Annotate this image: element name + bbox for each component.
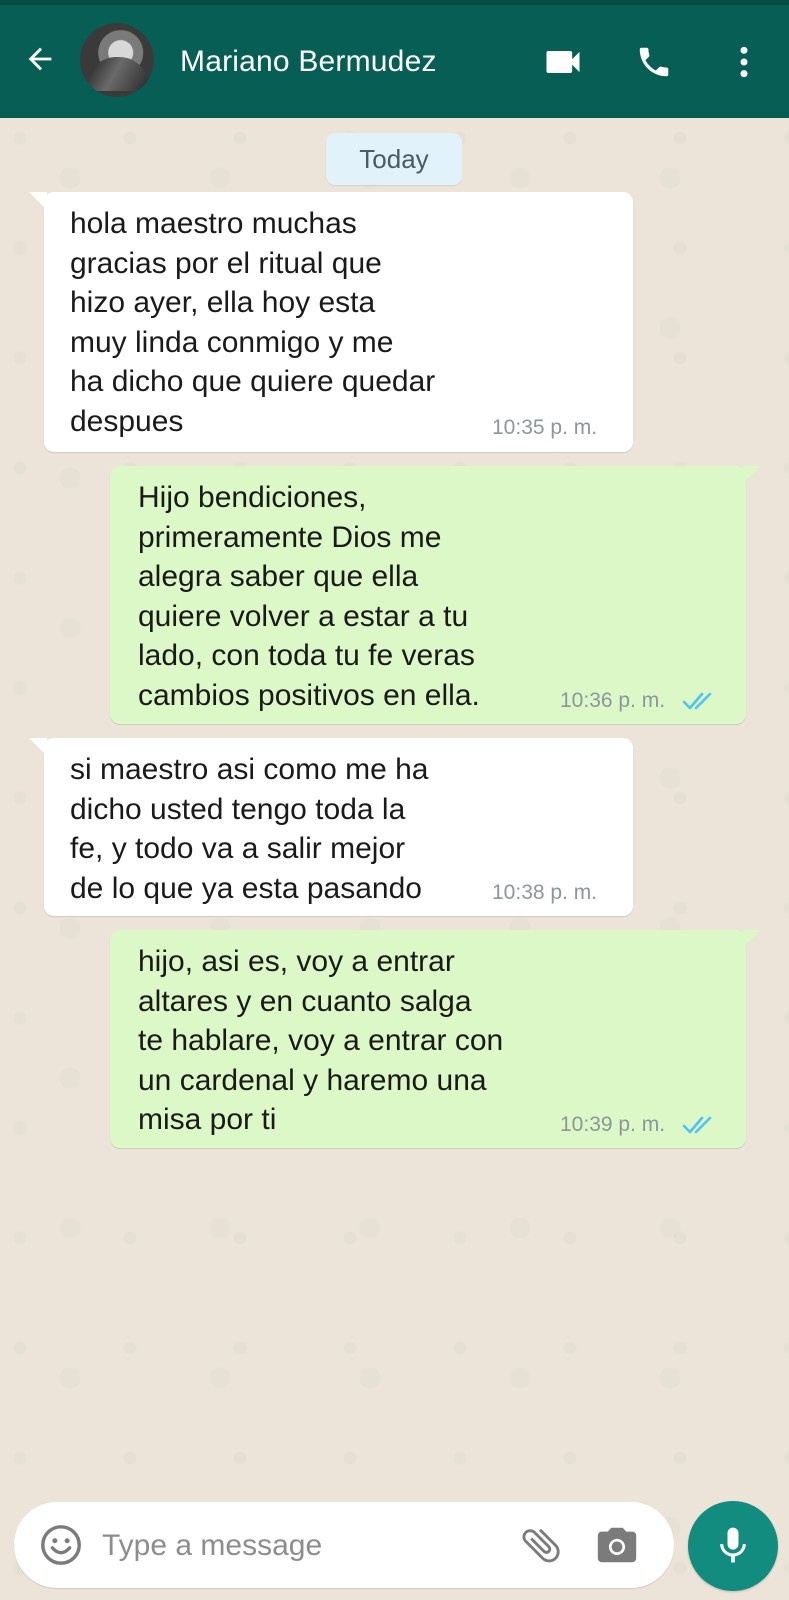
- message-text: Hijo bendiciones, primeramente Dios me a…: [138, 481, 480, 712]
- emoji-button[interactable]: [38, 1522, 84, 1568]
- video-call-icon: [546, 51, 580, 73]
- read-receipt-icon: [682, 692, 712, 710]
- camera-button[interactable]: [594, 1522, 640, 1568]
- message-time: 10:35 p. m.: [492, 416, 598, 439]
- message-bubble-outgoing[interactable]: hijo, asi es, voy a entrar altares y en …: [110, 930, 761, 1148]
- emoji-icon: [41, 1525, 81, 1565]
- voice-record-button[interactable]: [688, 1501, 778, 1591]
- camera-icon: [597, 1527, 637, 1563]
- message-bubble-incoming[interactable]: hola maestro muchas gracias por el ritua…: [29, 192, 633, 452]
- contact-avatar[interactable]: [80, 23, 154, 97]
- message-bubble-outgoing[interactable]: Hijo bendiciones, primeramente Dios me a…: [110, 466, 761, 724]
- chat-header: Mariano Bermudez: [0, 5, 789, 118]
- message-input[interactable]: [100, 1520, 504, 1572]
- message-time: 10:36 p. m.: [560, 689, 666, 712]
- voice-call-icon: [639, 47, 669, 77]
- message-bubble-incoming[interactable]: si maestro asi como me ha dicho usted te…: [29, 738, 633, 916]
- arrow-left-icon: [28, 47, 52, 71]
- message-composer: [14, 1502, 674, 1588]
- read-receipt-icon: [682, 1116, 712, 1134]
- message-text: si maestro asi como me ha dicho usted te…: [70, 753, 429, 905]
- more-options-button[interactable]: [722, 40, 766, 84]
- voice-call-button[interactable]: [632, 40, 676, 84]
- message-time: 10:38 p. m.: [492, 881, 598, 904]
- attach-button[interactable]: [518, 1522, 564, 1568]
- message-text: hijo, asi es, voy a entrar altares y en …: [138, 945, 504, 1136]
- message-text: hola maestro muchas gracias por el ritua…: [70, 207, 436, 438]
- message-time: 10:39 p. m.: [560, 1113, 666, 1136]
- contact-name[interactable]: Mariano Bermudez: [180, 45, 437, 79]
- back-button[interactable]: [20, 39, 60, 79]
- date-separator: Today: [326, 133, 462, 185]
- attach-icon: [522, 1528, 560, 1563]
- mic-icon: [720, 1527, 746, 1563]
- more-options-icon: [740, 46, 748, 78]
- video-call-button[interactable]: [541, 40, 585, 84]
